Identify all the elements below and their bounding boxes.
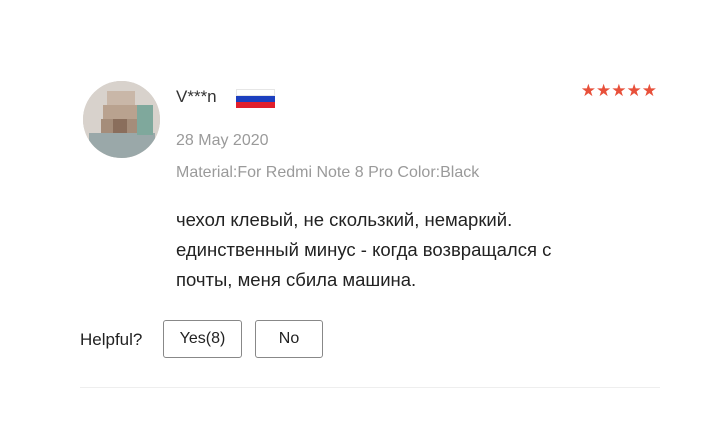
helpful-yes-button[interactable]: Yes(8) bbox=[163, 320, 242, 358]
product-variant: Material:For Redmi Note 8 Pro Color:Blac… bbox=[176, 164, 480, 181]
star-rating: ★★★★★ bbox=[580, 81, 657, 101]
reviewer-name: V***n bbox=[176, 87, 217, 106]
review-date: 28 May 2020 bbox=[176, 132, 269, 149]
avatar-pixel bbox=[113, 119, 127, 133]
helpful-label: Helpful? bbox=[80, 330, 143, 349]
avatar[interactable] bbox=[83, 81, 160, 158]
helpful-no-button[interactable]: No bbox=[255, 320, 323, 358]
avatar-pixel bbox=[103, 105, 139, 119]
review-card: V***n ★★★★★ 28 May 2020 Material:For Red… bbox=[0, 0, 720, 424]
review-text-line: чехол клевый, не скользкий, немаркий. bbox=[176, 209, 513, 230]
russia-flag-icon bbox=[236, 89, 275, 108]
avatar-pixel bbox=[137, 105, 153, 135]
avatar-pixel bbox=[107, 91, 135, 105]
review-text-line: почты, меня сбила машина. bbox=[176, 269, 417, 290]
avatar-pixel bbox=[89, 133, 155, 158]
review-text: чехол клевый, не скользкий, немаркий. ед… bbox=[176, 205, 676, 295]
divider bbox=[80, 387, 660, 388]
review-text-line: единственный минус - когда возвращался с bbox=[176, 239, 552, 260]
